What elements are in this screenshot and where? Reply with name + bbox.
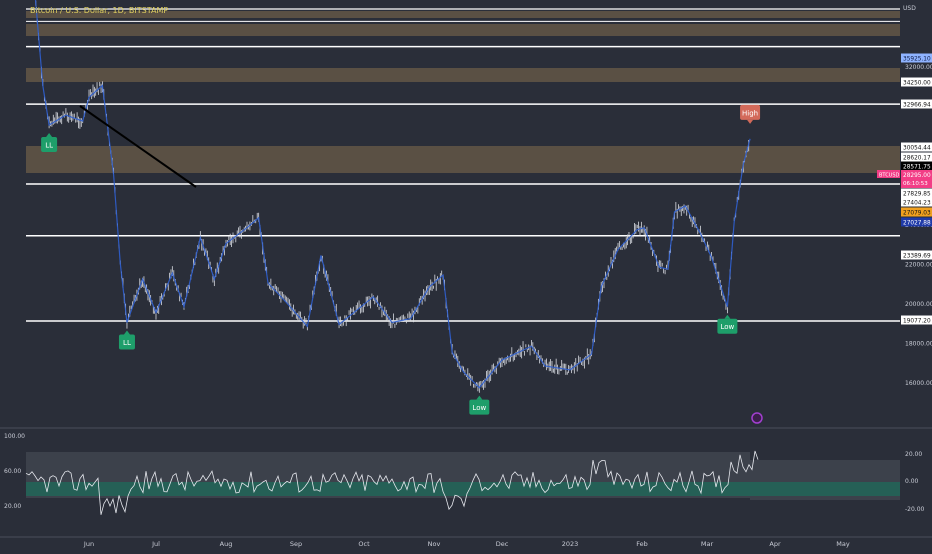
time-axis-label: Jun	[83, 540, 94, 548]
price-tick: 22000.00	[905, 261, 932, 268]
oscillator-right-tick: -20.00	[905, 506, 925, 513]
oscillator-right-tick: 0.00	[905, 478, 919, 485]
svg-text:27829.85: 27829.85	[903, 192, 931, 198]
price-level-tag: 35925.10	[901, 53, 932, 63]
price-level-tag: 32966.94	[901, 99, 932, 109]
time-axis-label: Nov	[428, 540, 441, 548]
supply-zone	[26, 24, 900, 36]
svg-text:19077.20: 19077.20	[903, 319, 931, 325]
time-axis-label: Jul	[151, 540, 160, 548]
price-level-tag: 30054.44	[901, 142, 932, 152]
annotation-text: LL	[45, 142, 53, 150]
time-axis-label: Apr	[769, 540, 781, 548]
price-level-tag: 28620.17	[901, 152, 932, 162]
price-tick: 18000.00	[905, 340, 932, 347]
annotation-text: High	[742, 109, 758, 117]
oscillator-right-tick: 20.00	[905, 451, 922, 458]
time-axis-label: Aug	[220, 540, 233, 548]
time-axis-label: Dec	[496, 540, 509, 548]
chart-stage: Bitcoin / U.S. Dollar, 1D, BITSTAMP LL LL…	[0, 0, 932, 550]
svg-text:30054.44: 30054.44	[903, 146, 931, 152]
price-level-tag: 34250.00	[901, 77, 932, 87]
time-axis-label: 2023	[562, 540, 579, 548]
price-level-tag: 23389.69	[901, 250, 932, 260]
price-level-tag: 27027.88	[901, 217, 932, 227]
time-axis-label: Oct	[358, 540, 370, 548]
price-level-tag: 28571.75	[901, 161, 932, 171]
svg-text:27404.23: 27404.23	[903, 201, 931, 207]
svg-text:35925.10: 35925.10	[903, 57, 931, 63]
price-level-tag: 27404.23	[901, 197, 932, 207]
time-axis-label: May	[836, 540, 850, 548]
annotation-text: Low	[721, 323, 735, 331]
time-axis-label: Feb	[636, 540, 648, 548]
svg-text:27027.88: 27027.88	[903, 221, 931, 227]
price-tick: 20000.00	[905, 301, 932, 308]
svg-text:34250.00: 34250.00	[903, 81, 931, 87]
svg-text:28571.75: 28571.75	[903, 165, 931, 171]
time-axis-label: Sep	[290, 540, 302, 548]
annotation-text: LL	[123, 339, 131, 347]
price-level-tag: 27079.03	[901, 207, 932, 217]
oscillator-left-tick: 100.00	[4, 433, 25, 440]
price-level-tag: 27829.85	[901, 188, 932, 198]
oscillator-left-tick: 60.00	[4, 468, 21, 475]
currency-label: USD	[903, 5, 916, 12]
supply-zone	[26, 68, 900, 82]
symbol-title: Bitcoin / U.S. Dollar, 1D, BITSTAMP	[30, 6, 169, 15]
svg-text:BTCUSD: BTCUSD	[879, 173, 900, 179]
price-tick: 16000.00	[905, 380, 932, 387]
annotation-text: Low	[472, 404, 486, 412]
oscillator-fill	[26, 482, 900, 496]
svg-text:28620.17: 28620.17	[903, 156, 931, 162]
price-level-tag: 19077.20	[901, 315, 932, 325]
svg-text:23389.69: 23389.69	[903, 254, 931, 260]
oscillator-left-tick: 20.00	[4, 503, 21, 510]
price-tick: 32000.00	[905, 64, 932, 71]
price-chart[interactable]: LL LL Low Low High 16000.00 18000.00 20000.00 2…	[0, 0, 932, 550]
svg-text:32966.94: 32966.94	[903, 103, 931, 109]
time-axis-label: Mar	[701, 540, 714, 548]
svg-text:27079.03: 27079.03	[903, 211, 931, 217]
svg-text:06:10:53: 06:10:53	[903, 181, 928, 187]
flash-event-icon[interactable]	[751, 412, 763, 424]
svg-text:28295.00: 28295.00	[903, 173, 931, 179]
